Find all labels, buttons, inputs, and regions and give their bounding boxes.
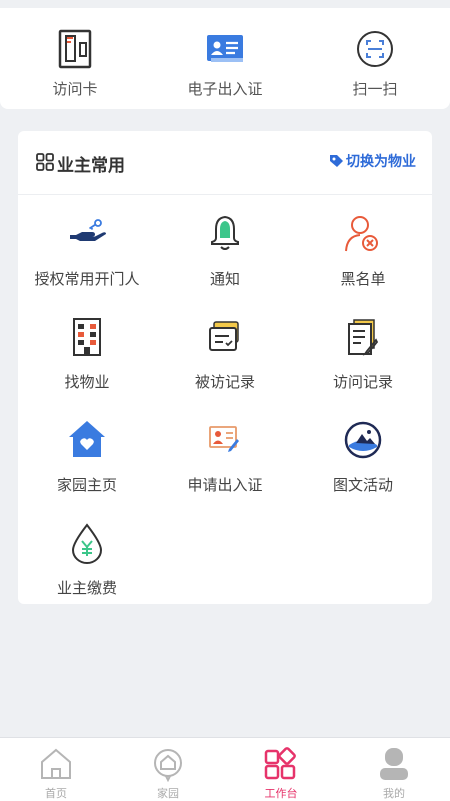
tab-workbench[interactable]: 工作台: [225, 738, 337, 801]
workbench-icon: [264, 747, 296, 780]
tab-home[interactable]: 首页: [0, 738, 112, 801]
activity-image-icon: [344, 421, 382, 459]
owner-common-card: 业主常用 切换为物业 授权常用开门人 通知 黑名单 找物业 被访记录 访问记录 …: [18, 131, 432, 604]
activity-label: 图文活动: [332, 476, 393, 494]
id-card-label: 电子出入证: [187, 80, 263, 98]
home-heart-icon: [69, 421, 105, 457]
community-icon: [154, 749, 182, 782]
apply-pass-item[interactable]: 申请出入证: [156, 419, 294, 509]
activity-item[interactable]: 图文活动: [294, 419, 432, 509]
bell-icon: [211, 215, 239, 250]
authorize-opener-label: 授权常用开门人: [34, 270, 140, 288]
visited-record-item[interactable]: 被访记录: [156, 316, 294, 406]
notice-item[interactable]: 通知: [156, 213, 294, 303]
payment-label: 业主缴费: [56, 579, 117, 597]
tab-profile[interactable]: 我的: [338, 738, 450, 801]
authorize-opener-item[interactable]: 授权常用开门人: [18, 213, 156, 303]
grid-icon: [36, 153, 54, 171]
door-card-label: 访问卡: [52, 80, 98, 98]
door-card-button[interactable]: 访问卡: [0, 8, 150, 109]
apply-pass-label: 申请出入证: [187, 476, 263, 494]
tab-community[interactable]: 家园: [112, 738, 224, 801]
tab-workbench-label: 工作台: [264, 787, 298, 800]
payment-drop-icon: [71, 523, 103, 564]
blacklist-label: 黑名单: [340, 270, 386, 288]
notice-label: 通知: [209, 270, 240, 288]
home-page-item[interactable]: 家园主页: [18, 419, 156, 509]
visited-record-icon: [209, 321, 239, 351]
find-property-label: 找物业: [64, 373, 110, 391]
id-card-icon: [207, 35, 243, 62]
scan-button[interactable]: 扫一扫: [300, 8, 450, 109]
visit-record-icon: [348, 319, 379, 356]
find-property-item[interactable]: 找物业: [18, 316, 156, 406]
payment-item[interactable]: 业主缴费: [18, 522, 156, 612]
tab-profile-label: 我的: [383, 787, 405, 800]
scan-label: 扫一扫: [352, 80, 398, 98]
switch-to-property-button[interactable]: 切换为物业: [329, 151, 416, 171]
visit-record-label: 访问记录: [332, 373, 393, 391]
scan-icon: [357, 31, 393, 67]
quick-actions-card: 访问卡 电子出入证 扫一扫: [0, 8, 450, 109]
hand-key-icon: [70, 219, 106, 241]
user-block-icon: [345, 216, 378, 252]
id-card-button[interactable]: 电子出入证: [150, 8, 300, 109]
door-card-icon: [58, 29, 92, 69]
owner-common-title: 业主常用: [57, 156, 125, 176]
home-page-label: 家园主页: [56, 476, 117, 494]
visited-record-label: 被访记录: [194, 373, 255, 391]
tab-community-label: 家园: [157, 787, 179, 800]
switch-to-property-label: 切换为物业: [346, 154, 416, 170]
home-icon: [41, 748, 71, 779]
bottom-tab-bar: 首页 家园 工作台 我的: [0, 737, 450, 801]
building-icon: [73, 318, 101, 356]
tag-icon: [330, 155, 343, 167]
apply-pass-icon: [209, 426, 239, 452]
profile-icon: [380, 748, 408, 780]
owner-common-header: 业主常用 切换为物业: [18, 131, 432, 195]
visit-record-item[interactable]: 访问记录: [294, 316, 432, 406]
tab-home-label: 首页: [45, 787, 67, 800]
blacklist-item[interactable]: 黑名单: [294, 213, 432, 303]
